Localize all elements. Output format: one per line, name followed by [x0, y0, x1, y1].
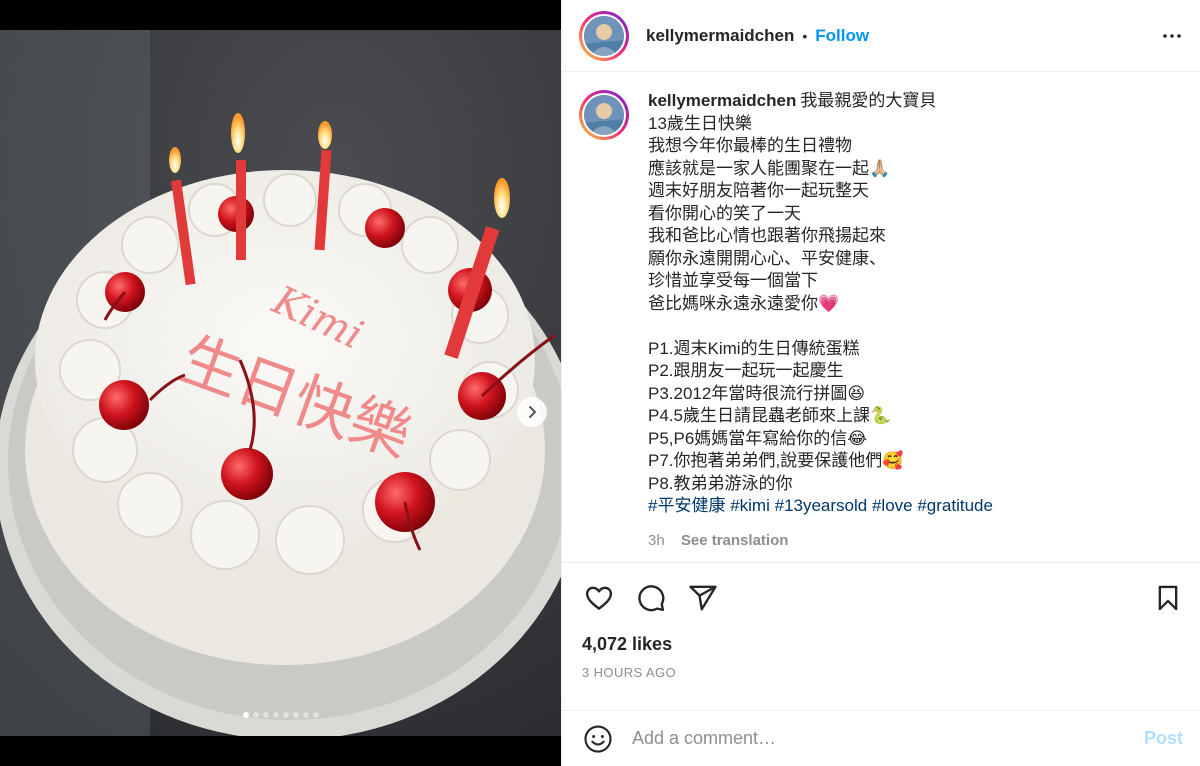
carousel-dot — [302, 712, 309, 718]
carousel-dot — [292, 712, 299, 718]
carousel-dot — [282, 712, 289, 718]
hashtag-list: #平安健康 #kimi #13yearsold #love #gratitude — [648, 495, 993, 518]
share-icon — [689, 585, 717, 611]
carousel-dot — [272, 712, 279, 718]
caption-line: 願你永遠開開心心、平安健康、 — [648, 248, 886, 268]
emoji-icon — [584, 724, 612, 753]
see-translation-button[interactable]: See translation — [681, 532, 789, 549]
heart-icon — [585, 586, 613, 610]
comment-input[interactable] — [632, 728, 1144, 749]
comment-button[interactable] — [634, 581, 668, 615]
next-photo-button[interactable] — [517, 397, 547, 427]
caption-line: 應該就是一家人能團聚在一起🙏🏼 — [648, 158, 891, 178]
hashtag-link[interactable]: #平安健康 — [648, 496, 725, 515]
follow-button[interactable]: Follow — [815, 26, 869, 46]
carousel-dot — [252, 712, 259, 718]
post-comment-button[interactable]: Post — [1144, 728, 1183, 749]
carousel-dot — [242, 712, 249, 718]
caption-line: 13歲生日快樂 — [648, 113, 752, 133]
caption-line: 看你開心的笑了一天 — [648, 203, 801, 223]
more-horizontal-icon — [1163, 33, 1181, 38]
hashtag-link[interactable]: #kimi — [730, 496, 770, 515]
instagram-post: Kimi 生日快樂 kellymermaidchen • Follow kell… — [0, 0, 1200, 766]
caption-line: 週末好朋友陪著你一起玩整天 — [648, 181, 869, 200]
add-comment-bar: Post — [562, 710, 1200, 766]
caption-line: 我和爸比心情也跟著你飛揚起來 — [648, 226, 886, 245]
hashtag-link[interactable]: #gratitude — [917, 496, 993, 515]
actions-section: 4,072 likes 3 HOURS AGO — [562, 562, 1200, 710]
separator-dot: • — [802, 27, 808, 44]
caption-line: 爸比媽咪永遠永遠愛你💗 — [648, 293, 840, 313]
carousel-indicator — [0, 712, 561, 718]
caption-line: 我想今年你最棒的生日禮物 — [648, 136, 852, 155]
bookmark-icon — [1158, 585, 1178, 611]
caption-line: P4.5歲生日請昆蟲老師來上課🐍 — [648, 406, 892, 425]
caption-meta: 3h See translation — [648, 530, 993, 553]
post-header: kellymermaidchen • Follow — [562, 0, 1200, 72]
caption-avatar — [584, 95, 624, 135]
post-time[interactable]: 3h — [648, 532, 665, 549]
caption-story-ring[interactable] — [579, 90, 629, 140]
share-button[interactable] — [686, 581, 720, 615]
carousel-dot — [312, 712, 319, 718]
post-media: Kimi 生日快樂 — [0, 0, 561, 766]
hashtag-link[interactable]: #13yearsold — [775, 496, 868, 515]
story-ring[interactable] — [579, 10, 629, 61]
hashtag-link[interactable]: #love — [872, 496, 913, 515]
likes-count[interactable]: 4,072 likes — [582, 634, 1185, 655]
avatar — [584, 15, 624, 56]
chevron-right-icon — [529, 406, 536, 418]
more-options-button[interactable] — [1160, 24, 1184, 48]
caption-line: P3.2012年當時很流行拼圖😆 — [648, 383, 866, 403]
caption-username[interactable]: kellymermaidchen — [648, 91, 796, 110]
carousel-dot — [262, 712, 269, 718]
caption-text: kellymermaidchen 我最親愛的大寶貝 13歲生日快樂 我想今年你最棒… — [648, 90, 993, 562]
username-link[interactable]: kellymermaidchen — [646, 26, 794, 46]
caption-line: P1.週末Kimi的生日傳統蛋糕 — [648, 338, 860, 358]
caption-line: P7.你抱著弟弟們,說要保護他們🥰 — [648, 451, 904, 470]
post-timestamp[interactable]: 3 HOURS AGO — [582, 665, 1185, 680]
action-bar — [582, 563, 1185, 633]
caption-section: kellymermaidchen 我最親愛的大寶貝 13歲生日快樂 我想今年你最棒… — [562, 72, 1200, 562]
save-button[interactable] — [1151, 581, 1185, 615]
like-button[interactable] — [582, 581, 616, 615]
emoji-button[interactable] — [582, 723, 614, 755]
caption-line: P5,P6媽媽當年寫給你的信😂 — [648, 428, 868, 448]
post-photo[interactable]: Kimi 生日快樂 — [0, 30, 561, 736]
post-panel: kellymermaidchen • Follow kellymermaidch… — [561, 0, 1200, 766]
caption-line: 我最親愛的大寶貝 — [800, 91, 937, 110]
caption-line: P8.教弟弟游泳的你 — [648, 473, 793, 493]
caption-line: P2.跟朋友一起玩一起慶生 — [648, 361, 844, 380]
caption-line: 珍惜並享受每一個當下 — [648, 271, 818, 290]
comment-icon — [638, 585, 665, 612]
